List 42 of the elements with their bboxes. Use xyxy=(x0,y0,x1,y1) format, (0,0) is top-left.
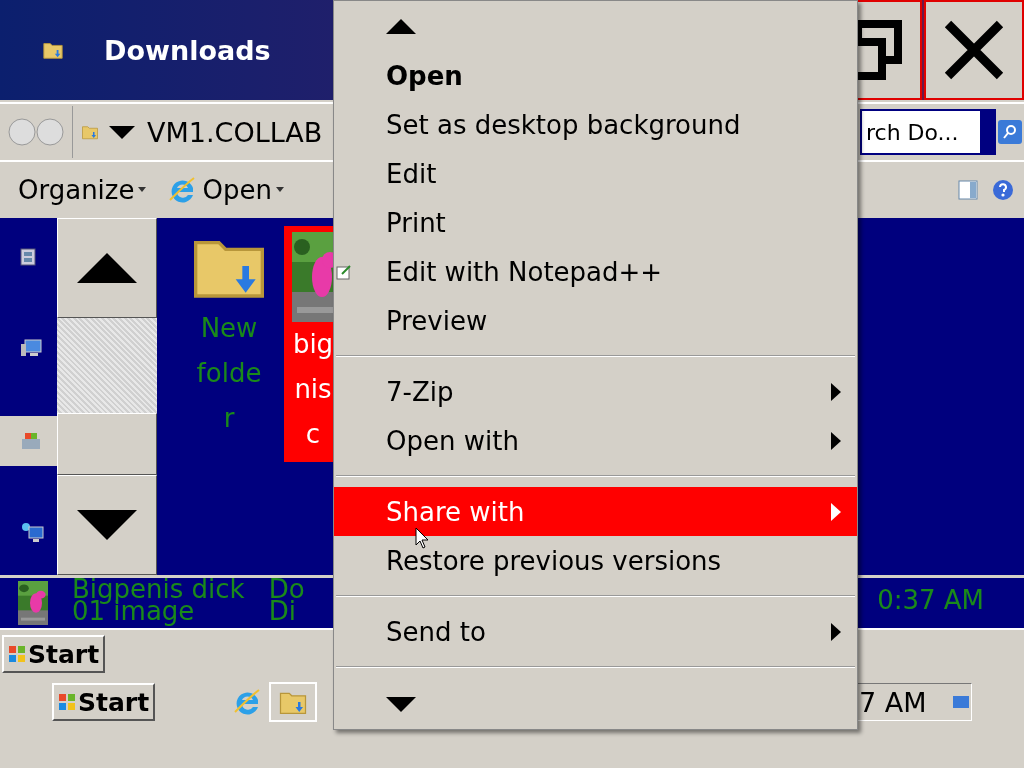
network-icon xyxy=(20,521,46,545)
folder-icon xyxy=(81,123,99,141)
search-icon xyxy=(1002,124,1018,140)
address-path[interactable]: VM1.COLLAB xyxy=(147,116,323,148)
scroll-down-button[interactable] xyxy=(57,475,157,575)
caret-icon xyxy=(138,187,147,193)
toolbar-button[interactable]: Open xyxy=(166,174,284,206)
file-date: 0:37 AM xyxy=(877,589,984,611)
monitor-icon xyxy=(953,696,969,708)
window-title: Downloads xyxy=(104,34,271,66)
mouse-pointer-icon xyxy=(415,527,429,549)
computer-icon xyxy=(20,339,42,359)
menu-item[interactable]: Edit xyxy=(334,149,857,198)
close-icon xyxy=(944,20,1004,80)
scroll-thumb[interactable] xyxy=(57,413,157,475)
scroll-down-icon xyxy=(386,696,416,712)
file-type: Do Di xyxy=(268,578,305,622)
menu-item[interactable]: Restore previous versions xyxy=(334,536,857,585)
scroll-up-icon xyxy=(386,18,416,34)
menu-item[interactable]: Open xyxy=(334,51,857,100)
explorer-taskbar-button[interactable] xyxy=(269,682,318,722)
caret-icon xyxy=(275,187,284,193)
library-icon xyxy=(20,431,42,451)
windows-logo-icon xyxy=(8,645,26,663)
close-button[interactable] xyxy=(924,0,1024,100)
scroll-up-button[interactable] xyxy=(57,218,157,318)
windows-logo-icon xyxy=(58,693,76,711)
search-field[interactable]: rch Do... xyxy=(860,109,996,155)
toolbar-button[interactable]: Organize xyxy=(18,175,147,205)
help-icon[interactable] xyxy=(992,179,1014,201)
dropdown-icon xyxy=(109,125,135,139)
start-button[interactable]: Start xyxy=(2,635,106,673)
down-arrow-icon xyxy=(77,510,137,540)
menu-item[interactable]: Share with xyxy=(334,487,857,536)
start-button[interactable]: Start xyxy=(52,683,156,721)
menu-item[interactable]: Send to xyxy=(334,607,857,656)
file-item[interactable]: New folde r xyxy=(184,226,274,462)
up-arrow-icon xyxy=(77,253,137,283)
film-icon xyxy=(20,248,36,266)
menu-item[interactable]: Set as desktop background xyxy=(334,100,857,149)
scroll-track[interactable] xyxy=(57,318,157,413)
search-button[interactable] xyxy=(998,120,1022,144)
